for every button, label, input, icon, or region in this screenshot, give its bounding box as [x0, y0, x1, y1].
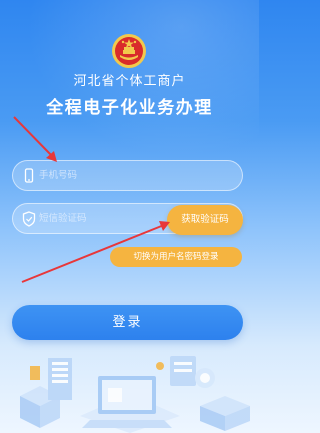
phone-input[interactable]: [39, 161, 179, 190]
background-glow: [0, 0, 259, 180]
phone-icon: [24, 168, 34, 183]
login-button[interactable]: 登录: [12, 305, 243, 340]
get-code-button[interactable]: 获取验证码: [167, 205, 243, 235]
phone-field[interactable]: [12, 160, 243, 191]
sms-code-input[interactable]: [39, 204, 179, 233]
national-emblem-icon: [112, 34, 146, 68]
shield-icon: [22, 211, 36, 227]
app-title-service: 全程电子化业务办理: [46, 98, 213, 118]
app-title-region: 河北省个体工商户: [73, 74, 186, 89]
switch-login-mode-button[interactable]: 切换为用户名密码登录: [110, 247, 242, 267]
isometric-illustration: [20, 356, 250, 433]
